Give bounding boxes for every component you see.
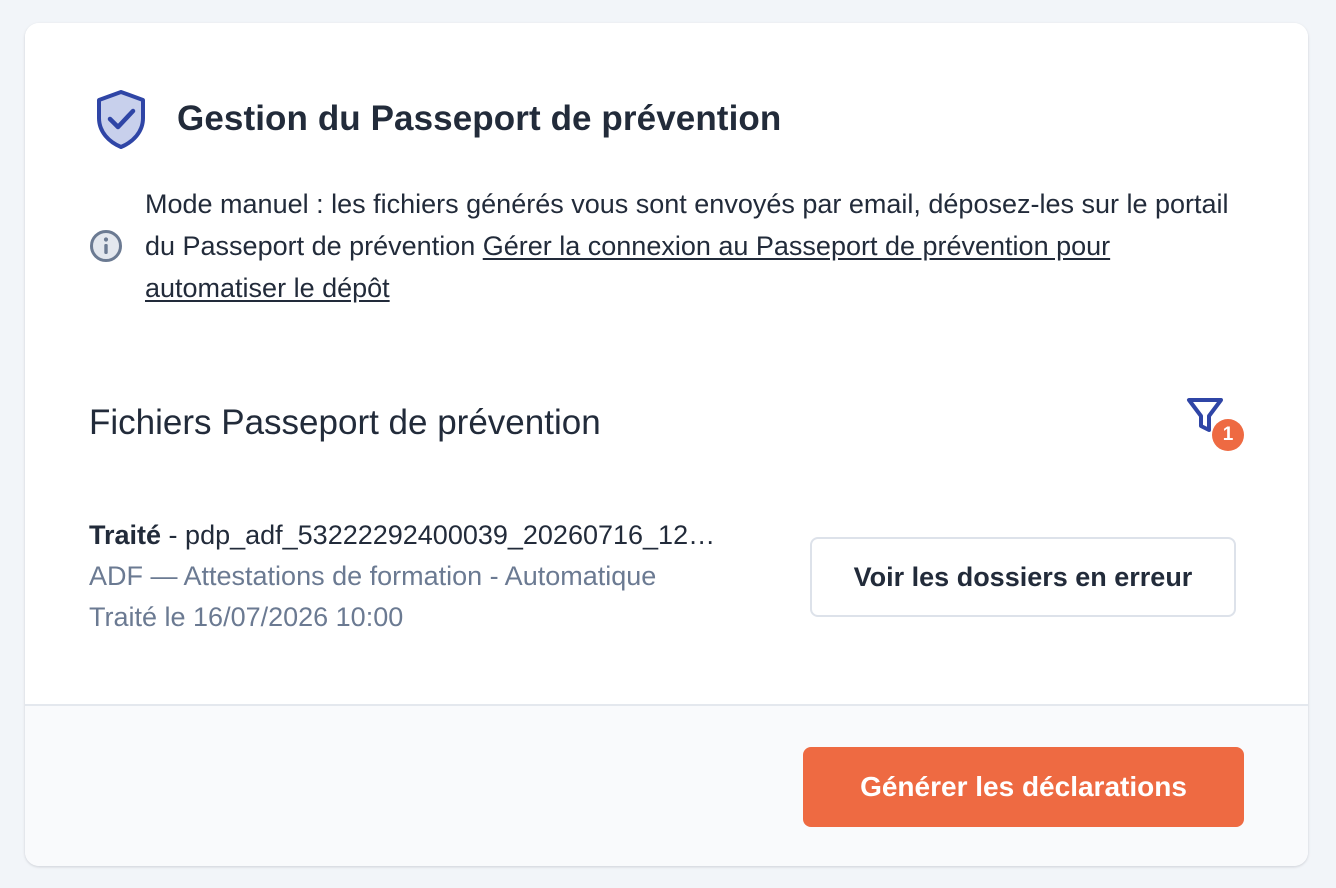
passport-card: Gestion du Passeport de prévention Mode … xyxy=(25,23,1308,866)
view-errors-button[interactable]: Voir les dossiers en erreur xyxy=(810,537,1236,617)
file-status: Traité xyxy=(89,520,162,550)
info-notice: Mode manuel : les fichiers générés vous … xyxy=(89,183,1239,309)
file-processed-date: Traité le 16/07/2026 10:00 xyxy=(89,602,404,632)
file-separator: - xyxy=(161,520,186,550)
card-footer: Générer les déclarations xyxy=(25,704,1308,866)
info-icon xyxy=(90,230,122,262)
file-type: ADF — Attestations de formation - Automa… xyxy=(89,561,657,591)
filter-count-badge: 1 xyxy=(1212,419,1244,451)
info-text: Mode manuel : les fichiers générés vous … xyxy=(145,183,1239,309)
card-body: Gestion du Passeport de prévention Mode … xyxy=(25,23,1308,704)
file-name: pdp_adf_53222292400039_20260716_12… xyxy=(185,520,716,550)
generate-declarations-button[interactable]: Générer les déclarations xyxy=(803,747,1244,827)
shield-check-icon xyxy=(97,90,145,149)
file-item: Traité - pdp_adf_53222292400039_20260716… xyxy=(89,515,799,638)
page-title: Gestion du Passeport de prévention xyxy=(177,99,782,138)
filter-button[interactable]: 1 xyxy=(1185,396,1245,452)
files-section-title: Fichiers Passeport de prévention xyxy=(89,403,601,442)
card-header: Gestion du Passeport de prévention xyxy=(95,89,781,149)
file-name-line: Traité - pdp_adf_53222292400039_20260716… xyxy=(89,515,799,556)
